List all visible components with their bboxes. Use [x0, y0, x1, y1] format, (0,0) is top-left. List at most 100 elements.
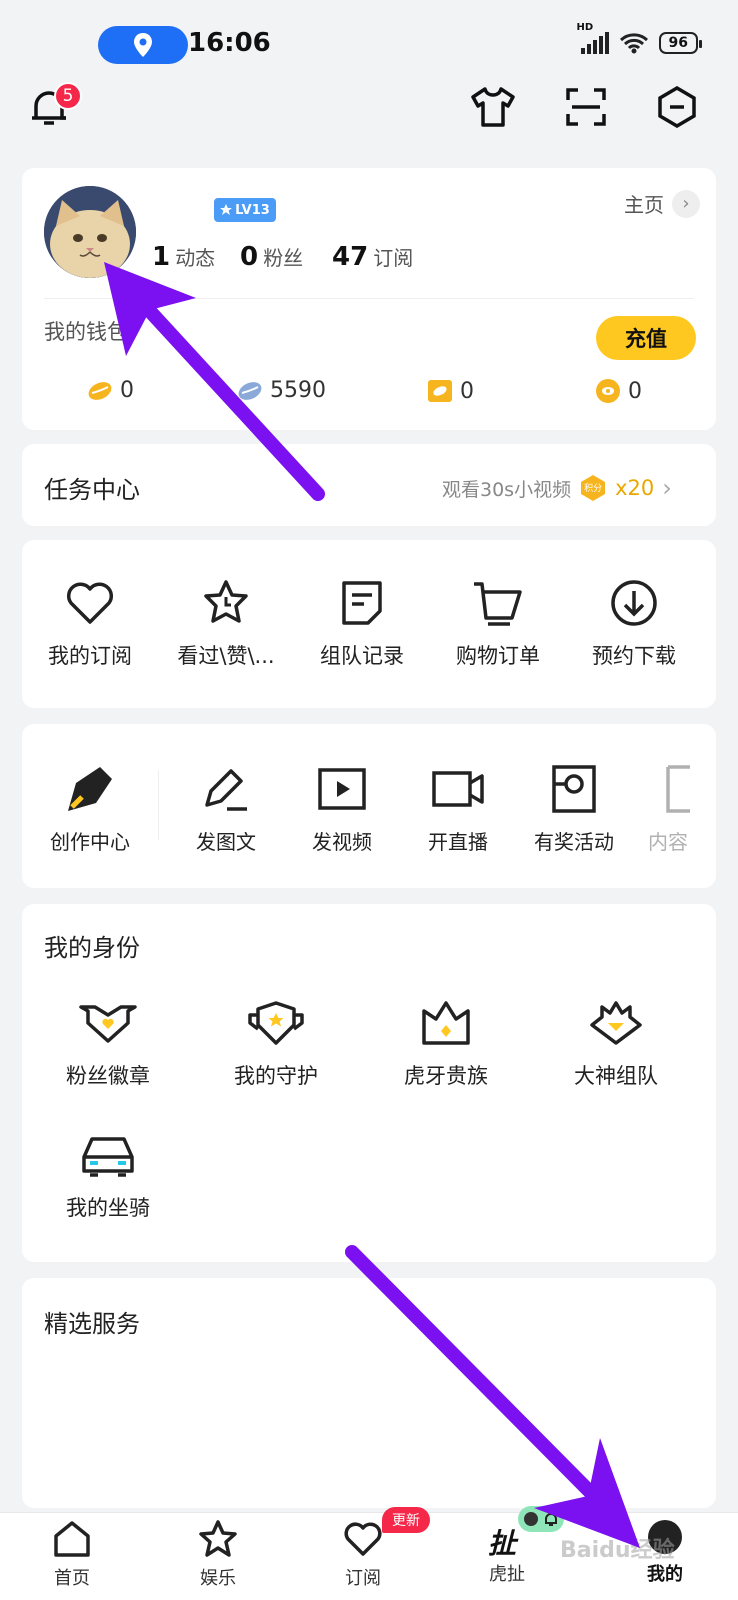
home-link[interactable]: 主页 ›	[624, 189, 700, 218]
create-item-label: 有奖活动	[534, 830, 614, 854]
download-icon	[611, 580, 657, 626]
stat-posts[interactable]: 1 动态	[152, 242, 215, 272]
signal-label: HD	[576, 22, 594, 33]
location-icon	[134, 33, 152, 57]
heart-badge-icon	[79, 1005, 137, 1043]
stat-posts-num: 1	[152, 242, 171, 272]
task-hint-text: 观看30s小视频	[442, 478, 572, 501]
quick-item-orders[interactable]: 购物订单	[438, 574, 558, 670]
create-item-label: 发视频	[312, 830, 372, 854]
stat-posts-label: 动态	[175, 246, 216, 270]
home-icon	[54, 1521, 90, 1557]
create-item-label: 创作中心	[50, 830, 130, 854]
shield-star-icon	[248, 1001, 304, 1045]
prize-box-icon	[552, 765, 596, 813]
quick-item-subscriptions[interactable]: 我的订阅	[30, 574, 150, 670]
update-badge: 更新	[382, 1507, 430, 1533]
task-hint[interactable]: 观看30s小视频 积分 x20 ›	[442, 474, 672, 502]
identity-item-nobility[interactable]: 虎牙贵族	[386, 994, 506, 1090]
create-item-content[interactable]: 内容	[638, 760, 716, 855]
heart-icon	[66, 582, 114, 624]
play-icon	[318, 768, 366, 810]
notification-badge: 5	[54, 82, 82, 110]
identity-item-mount[interactable]: 我的坐骑	[48, 1126, 168, 1222]
identity-item-label: 粉丝徽章	[66, 1064, 150, 1088]
silver-bean-icon	[238, 381, 262, 400]
identity-item-guard[interactable]: 我的守护	[216, 994, 336, 1090]
nav-huche[interactable]: 扯 虎扯	[462, 1506, 564, 1586]
task-center-title: 任务中心	[44, 476, 140, 504]
identity-item-fan-badge[interactable]: 粉丝徽章	[48, 994, 168, 1090]
identity-title: 我的身份	[44, 934, 140, 962]
wifi-icon	[619, 33, 648, 54]
shirt-icon[interactable]	[470, 86, 516, 128]
camera-icon	[432, 771, 484, 807]
nav-entertainment[interactable]: 娱乐	[173, 1520, 263, 1590]
level-badge: LV13	[214, 198, 276, 222]
settings-hex-icon[interactable]	[656, 86, 698, 128]
identity-item-label: 虎牙贵族	[404, 1064, 488, 1088]
ticket-icon	[428, 380, 452, 402]
quick-item-history[interactable]: 看过\赞\...	[166, 574, 286, 670]
create-item-events[interactable]: 有奖活动	[514, 760, 634, 855]
star-clock-icon	[204, 580, 248, 623]
level-label: LV13	[235, 202, 270, 218]
stat-fans[interactable]: 0 粉丝	[240, 242, 303, 272]
car-icon	[82, 1137, 134, 1177]
content-icon	[666, 765, 690, 813]
wallet-item-gold[interactable]: 0	[86, 378, 134, 403]
stat-subs-num: 47	[332, 242, 369, 272]
points-tag: 积分	[584, 484, 603, 494]
avatar[interactable]	[44, 186, 136, 278]
create-item-post-image[interactable]: 发图文	[166, 760, 286, 855]
identity-item-label: 我的坐骑	[66, 1196, 150, 1220]
pen-nib-icon	[68, 767, 112, 811]
quick-item-label: 看过\赞\...	[177, 644, 275, 668]
wallet-value-silver: 5590	[270, 378, 326, 403]
recharge-button[interactable]: 充值	[596, 316, 696, 360]
wallet-value-gold: 0	[120, 378, 134, 403]
create-item-center[interactable]: 创作中心	[30, 760, 150, 855]
services-title: 精选服务	[44, 1310, 140, 1338]
create-item-label: 内容	[648, 830, 688, 854]
wallet-value-coin: 0	[628, 378, 642, 404]
identity-item-label: 大神组队	[574, 1064, 658, 1088]
profile-divider	[44, 298, 694, 299]
identity-item-team[interactable]: 大神组队	[556, 994, 676, 1090]
quick-item-team-records[interactable]: 组队记录	[302, 574, 422, 670]
home-link-label: 主页	[624, 193, 664, 217]
gold-bean-icon	[88, 381, 112, 400]
star-icon	[220, 204, 233, 215]
cat-avatar-image	[44, 186, 136, 278]
points-icon: 积分	[579, 474, 607, 502]
create-item-go-live[interactable]: 开直播	[398, 760, 518, 855]
stat-subs[interactable]: 47 订阅	[332, 242, 413, 272]
identity-item-label: 我的守护	[234, 1064, 318, 1088]
wallet-item-silver[interactable]: 5590	[236, 378, 326, 403]
quick-item-label: 组队记录	[320, 644, 404, 668]
stat-fans-num: 0	[240, 242, 259, 272]
cart-icon	[474, 582, 522, 626]
location-pill[interactable]	[98, 26, 188, 64]
quick-item-downloads[interactable]: 预约下载	[574, 574, 694, 670]
quick-item-label: 我的订阅	[48, 644, 132, 668]
quick-item-label: 预约下载	[592, 644, 676, 668]
create-item-post-video[interactable]: 发视频	[282, 760, 402, 855]
chevron-right-icon: ›	[672, 189, 700, 218]
status-time: 16:06	[188, 28, 271, 58]
nav-home[interactable]: 首页	[27, 1520, 117, 1590]
chevron-right-icon: ›	[662, 474, 672, 502]
create-item-label: 发图文	[196, 830, 256, 854]
nav-label: 虎扯	[489, 1564, 525, 1585]
huche-logo: 扯	[488, 1527, 517, 1560]
scan-icon[interactable]	[566, 88, 606, 126]
edit-icon	[205, 769, 247, 811]
heart-outline-icon	[344, 1522, 382, 1556]
battery-indicator: 96	[658, 32, 703, 54]
nav-label: 首页	[54, 1568, 90, 1589]
crown-icon	[422, 1001, 470, 1045]
wallet-value-ticket: 0	[460, 378, 474, 404]
wallet-item-coin[interactable]: 0	[594, 378, 642, 404]
note-icon	[342, 581, 382, 625]
wallet-item-ticket[interactable]: 0	[426, 378, 474, 404]
